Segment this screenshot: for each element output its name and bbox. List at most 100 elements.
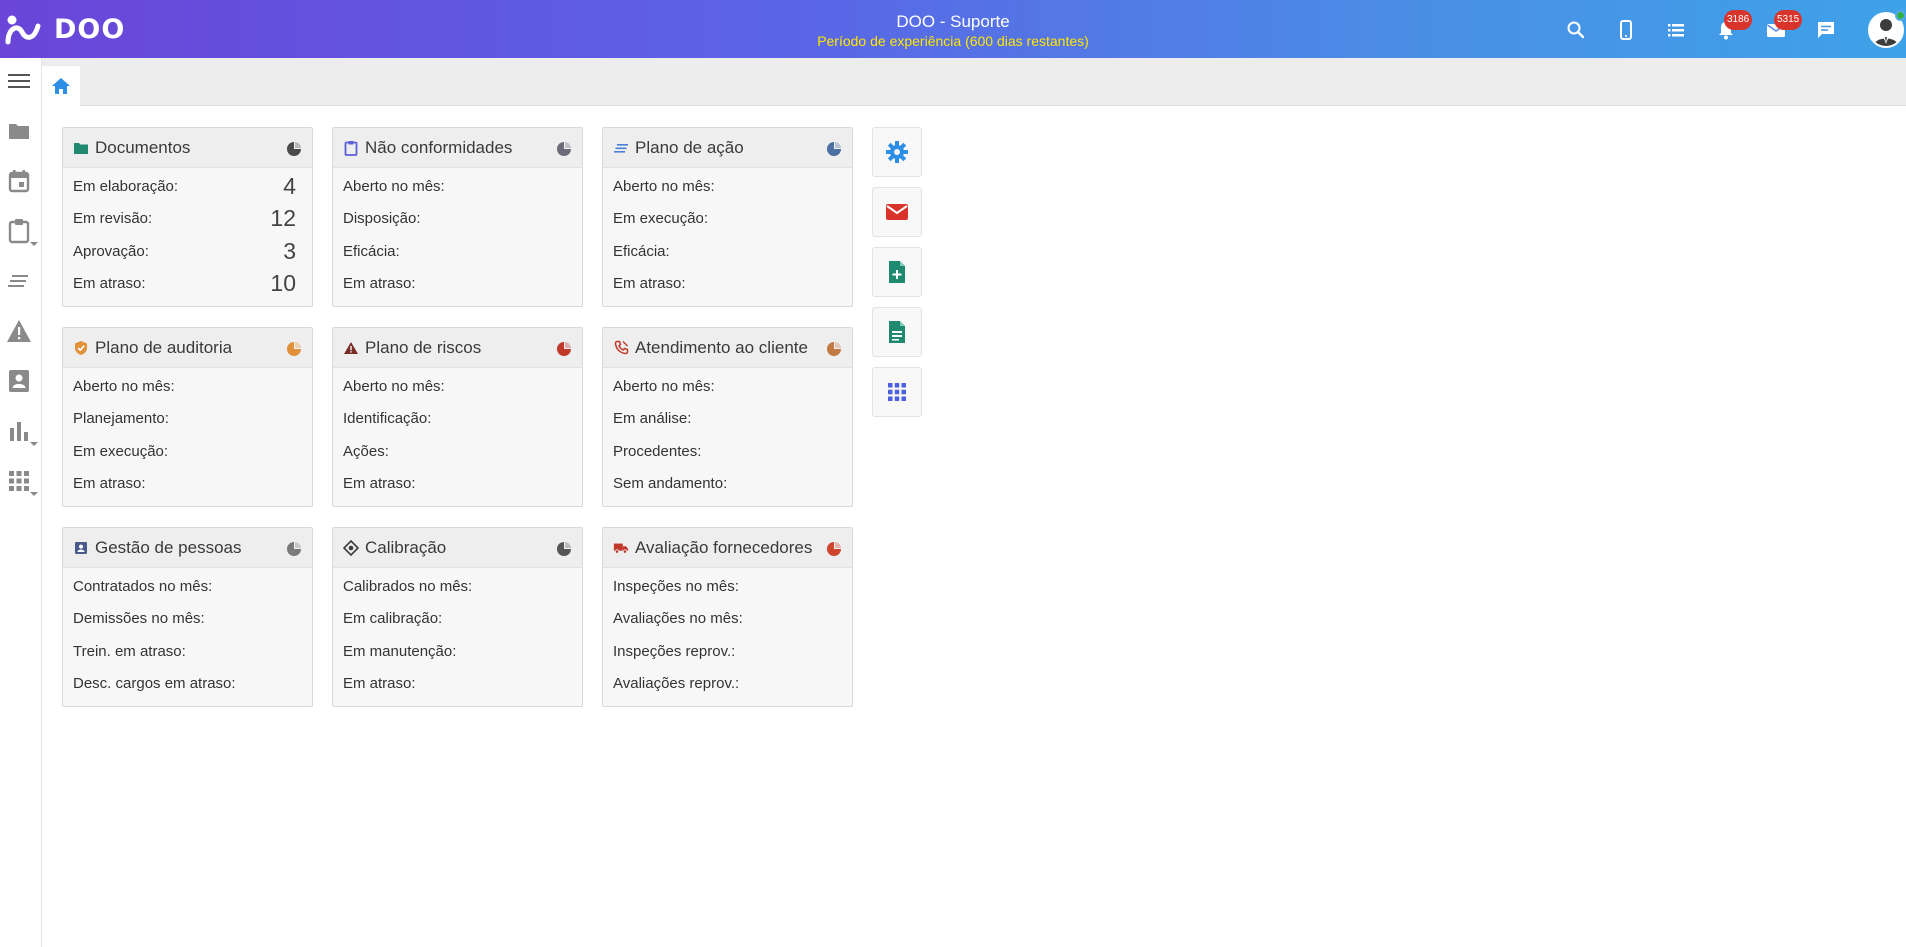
card-row[interactable]: Em atraso:: [343, 468, 572, 501]
card-row-label: Identificação:: [343, 410, 432, 428]
card-row[interactable]: Em atraso:: [343, 668, 572, 701]
card-header[interactable]: Atendimento ao cliente: [603, 328, 852, 368]
card-row[interactable]: Em atraso: 10: [73, 268, 302, 301]
card-row[interactable]: Em análise:: [613, 403, 842, 436]
card-header[interactable]: Documentos: [63, 128, 312, 168]
card-row[interactable]: Inspeções no mês:: [613, 570, 842, 603]
card-row[interactable]: Calibrados no mês:: [343, 570, 572, 603]
messages-button[interactable]: 5315: [1764, 10, 1803, 42]
card-row[interactable]: Avaliações reprov.:: [613, 668, 842, 701]
menu-icon: [8, 74, 30, 88]
card-header[interactable]: Plano de auditoria: [63, 328, 312, 368]
card-row-label: Contratados no mês:: [73, 577, 213, 595]
card-row[interactable]: Eficácia:: [343, 235, 572, 268]
chat-icon[interactable]: [1814, 18, 1838, 42]
card-row[interactable]: Aberto no mês:: [613, 370, 842, 403]
card-row[interactable]: Em execução:: [613, 203, 842, 236]
card-row[interactable]: Em manutenção:: [343, 635, 572, 668]
card-row-label: Aberto no mês:: [73, 377, 175, 395]
pie-chart-icon[interactable]: [286, 341, 302, 357]
card-header[interactable]: Não conformidades: [333, 128, 582, 168]
card-header[interactable]: Plano de ação: [603, 128, 852, 168]
pie-chart-icon[interactable]: [286, 141, 302, 157]
apps-grid-icon: [888, 383, 906, 401]
sidebar-item-people[interactable]: [4, 366, 34, 396]
truck-icon: [613, 540, 629, 556]
phone-icon: [613, 340, 629, 356]
card-gestao-de-pessoas[interactable]: Gestão de pessoas Contratados no mês: Demi…: [62, 527, 313, 707]
card-row[interactable]: Identificação:: [343, 403, 572, 436]
card-row[interactable]: Contratados no mês:: [73, 570, 302, 603]
card-row[interactable]: Em revisão: 12: [73, 203, 302, 236]
sidebar-item-action-plan[interactable]: [4, 266, 34, 296]
sidebar-item-apps[interactable]: [4, 466, 38, 496]
home-icon: [52, 78, 70, 94]
sidebar-item-reports[interactable]: [4, 416, 38, 446]
card-header[interactable]: Gestão de pessoas: [63, 528, 312, 568]
list-icon[interactable]: [1664, 18, 1688, 42]
card-row-label: Em análise:: [613, 410, 692, 428]
card-row-label: Demissões no mês:: [73, 610, 205, 628]
card-rows: Aberto no mês: Em execução: Eficácia: Em at…: [603, 168, 852, 300]
card-row[interactable]: Demissões no mês:: [73, 603, 302, 636]
pie-chart-icon[interactable]: [556, 541, 572, 557]
mail-icon: [886, 204, 908, 220]
sidebar-item-risks[interactable]: [4, 316, 34, 346]
card-row[interactable]: Em calibração:: [343, 603, 572, 636]
card-row-value: 10: [270, 270, 296, 297]
card-row[interactable]: Procedentes:: [613, 435, 842, 468]
card-row[interactable]: Em elaboração: 4: [73, 170, 302, 203]
card-header[interactable]: Calibração: [333, 528, 582, 568]
card-row-label: Eficácia:: [343, 242, 400, 260]
apps-button[interactable]: [872, 367, 922, 417]
card-plano-de-auditoria[interactable]: Plano de auditoria Aberto no mês: Planejam…: [62, 327, 313, 507]
card-row[interactable]: Aprovação: 3: [73, 235, 302, 268]
card-documentos[interactable]: Documentos Em elaboração: 4 Em revisão: 12 Ap…: [62, 127, 313, 307]
card-row[interactable]: Trein. em atraso:: [73, 635, 302, 668]
search-icon[interactable]: [1564, 18, 1588, 42]
card-row[interactable]: Em atraso:: [73, 468, 302, 501]
card-nao-conformidades[interactable]: Não conformidades Aberto no mês: Disposiçã…: [332, 127, 583, 307]
new-document-button[interactable]: [872, 247, 922, 297]
mobile-icon[interactable]: [1614, 18, 1638, 42]
card-header[interactable]: Avaliação fornecedores: [603, 528, 852, 568]
sidebar-item-nonconformities[interactable]: [4, 216, 38, 246]
card-calibracao[interactable]: Calibração Calibrados no mês: Em calibraçã…: [332, 527, 583, 707]
sidebar-item-documents[interactable]: [4, 116, 34, 146]
card-row[interactable]: Ações:: [343, 435, 572, 468]
card-plano-de-acao[interactable]: Plano de ação Aberto no mês: Em execução: E…: [602, 127, 853, 307]
card-header[interactable]: Plano de riscos: [333, 328, 582, 368]
sidebar-item-calendar[interactable]: [4, 166, 34, 196]
card-row[interactable]: Aberto no mês:: [73, 370, 302, 403]
email-button[interactable]: [872, 187, 922, 237]
card-row[interactable]: Em atraso:: [613, 268, 842, 301]
notifications-button[interactable]: 3186: [1714, 10, 1753, 42]
card-row[interactable]: Sem andamento:: [613, 468, 842, 501]
card-row[interactable]: Em execução:: [73, 435, 302, 468]
menu-toggle-button[interactable]: [4, 66, 34, 96]
card-row[interactable]: Avaliações no mês:: [613, 603, 842, 636]
card-row[interactable]: Inspeções reprov.:: [613, 635, 842, 668]
pie-chart-icon[interactable]: [286, 541, 302, 557]
card-row[interactable]: Disposição:: [343, 203, 572, 236]
pie-chart-icon[interactable]: [556, 341, 572, 357]
pie-chart-icon[interactable]: [826, 341, 842, 357]
card-plano-de-riscos[interactable]: Plano de riscos Aberto no mês: Identificaç…: [332, 327, 583, 507]
tab-home[interactable]: [42, 66, 80, 106]
card-row[interactable]: Aberto no mês:: [343, 370, 572, 403]
card-row[interactable]: Desc. cargos em atraso:: [73, 668, 302, 701]
pie-chart-icon[interactable]: [556, 141, 572, 157]
card-atendimento-ao-cliente[interactable]: Atendimento ao cliente Aberto no mês: Em a…: [602, 327, 853, 507]
settings-button[interactable]: [872, 127, 922, 177]
card-row[interactable]: Aberto no mês:: [613, 170, 842, 203]
pie-chart-icon[interactable]: [826, 541, 842, 557]
card-row-label: Procedentes:: [613, 442, 702, 460]
card-row[interactable]: Em atraso:: [343, 268, 572, 301]
card-title: Plano de auditoria: [95, 337, 233, 357]
card-row[interactable]: Planejamento:: [73, 403, 302, 436]
document-button[interactable]: [872, 307, 922, 357]
pie-chart-icon[interactable]: [826, 141, 842, 157]
card-avaliacao-fornecedores[interactable]: Avaliação fornecedores Inspeções no mês: A…: [602, 527, 853, 707]
card-row[interactable]: Aberto no mês:: [343, 170, 572, 203]
card-row[interactable]: Eficácia:: [613, 235, 842, 268]
